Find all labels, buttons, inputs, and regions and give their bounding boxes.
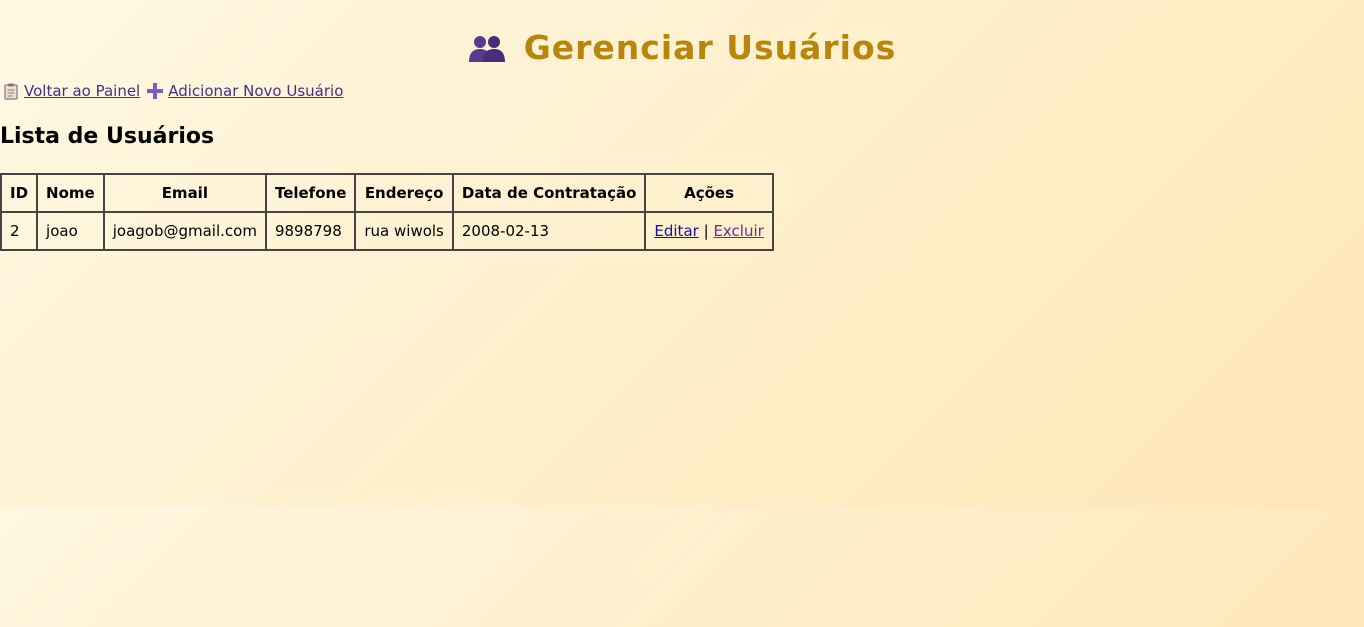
cell-endereco: rua wiwols xyxy=(354,211,454,251)
cell-data: 2008-02-13 xyxy=(451,211,647,251)
cell-nome: joao xyxy=(36,211,105,251)
plus-icon xyxy=(146,82,164,100)
add-user-label: Adicionar Novo Usuário xyxy=(168,82,344,100)
cell-email: joagob@gmail.com xyxy=(102,211,267,251)
table-row: 2 joao joagob@gmail.com 9898798 rua wiwo… xyxy=(0,211,774,251)
clipboard-icon xyxy=(2,82,20,100)
back-to-panel-label: Voltar ao Painel xyxy=(24,82,141,100)
column-header-telefone: Telefone xyxy=(264,173,357,213)
column-header-data: Data de Contratação xyxy=(451,173,647,213)
column-header-email: Email xyxy=(102,173,267,213)
page-title: Gerenciar Usuários xyxy=(523,28,897,67)
back-to-panel-link[interactable]: Voltar ao Painel xyxy=(2,82,140,100)
add-user-link[interactable]: Adicionar Novo Usuário xyxy=(146,82,343,100)
nav-links: Voltar ao Painel Adicionar Novo Usuário xyxy=(2,82,343,100)
background-band xyxy=(0,506,1364,627)
delete-link[interactable]: Excluir xyxy=(713,222,763,240)
column-header-id: ID xyxy=(0,173,39,213)
table-header-row: ID Nome Email Telefone Endereço Data de … xyxy=(0,173,774,213)
cell-acoes: Editar | Excluir xyxy=(644,211,774,251)
cell-id: 2 xyxy=(0,211,39,251)
section-title: Lista de Usuários xyxy=(0,124,215,149)
actions-separator: | xyxy=(703,222,709,240)
column-header-nome: Nome xyxy=(36,173,105,213)
edit-link[interactable]: Editar xyxy=(654,222,698,240)
users-table: ID Nome Email Telefone Endereço Data de … xyxy=(0,173,774,251)
column-header-acoes: Ações xyxy=(644,173,774,213)
column-header-endereco: Endereço xyxy=(354,173,454,213)
page-header: Gerenciar Usuários xyxy=(0,28,1364,72)
cell-telefone: 9898798 xyxy=(264,211,357,251)
users-icon xyxy=(468,33,506,63)
